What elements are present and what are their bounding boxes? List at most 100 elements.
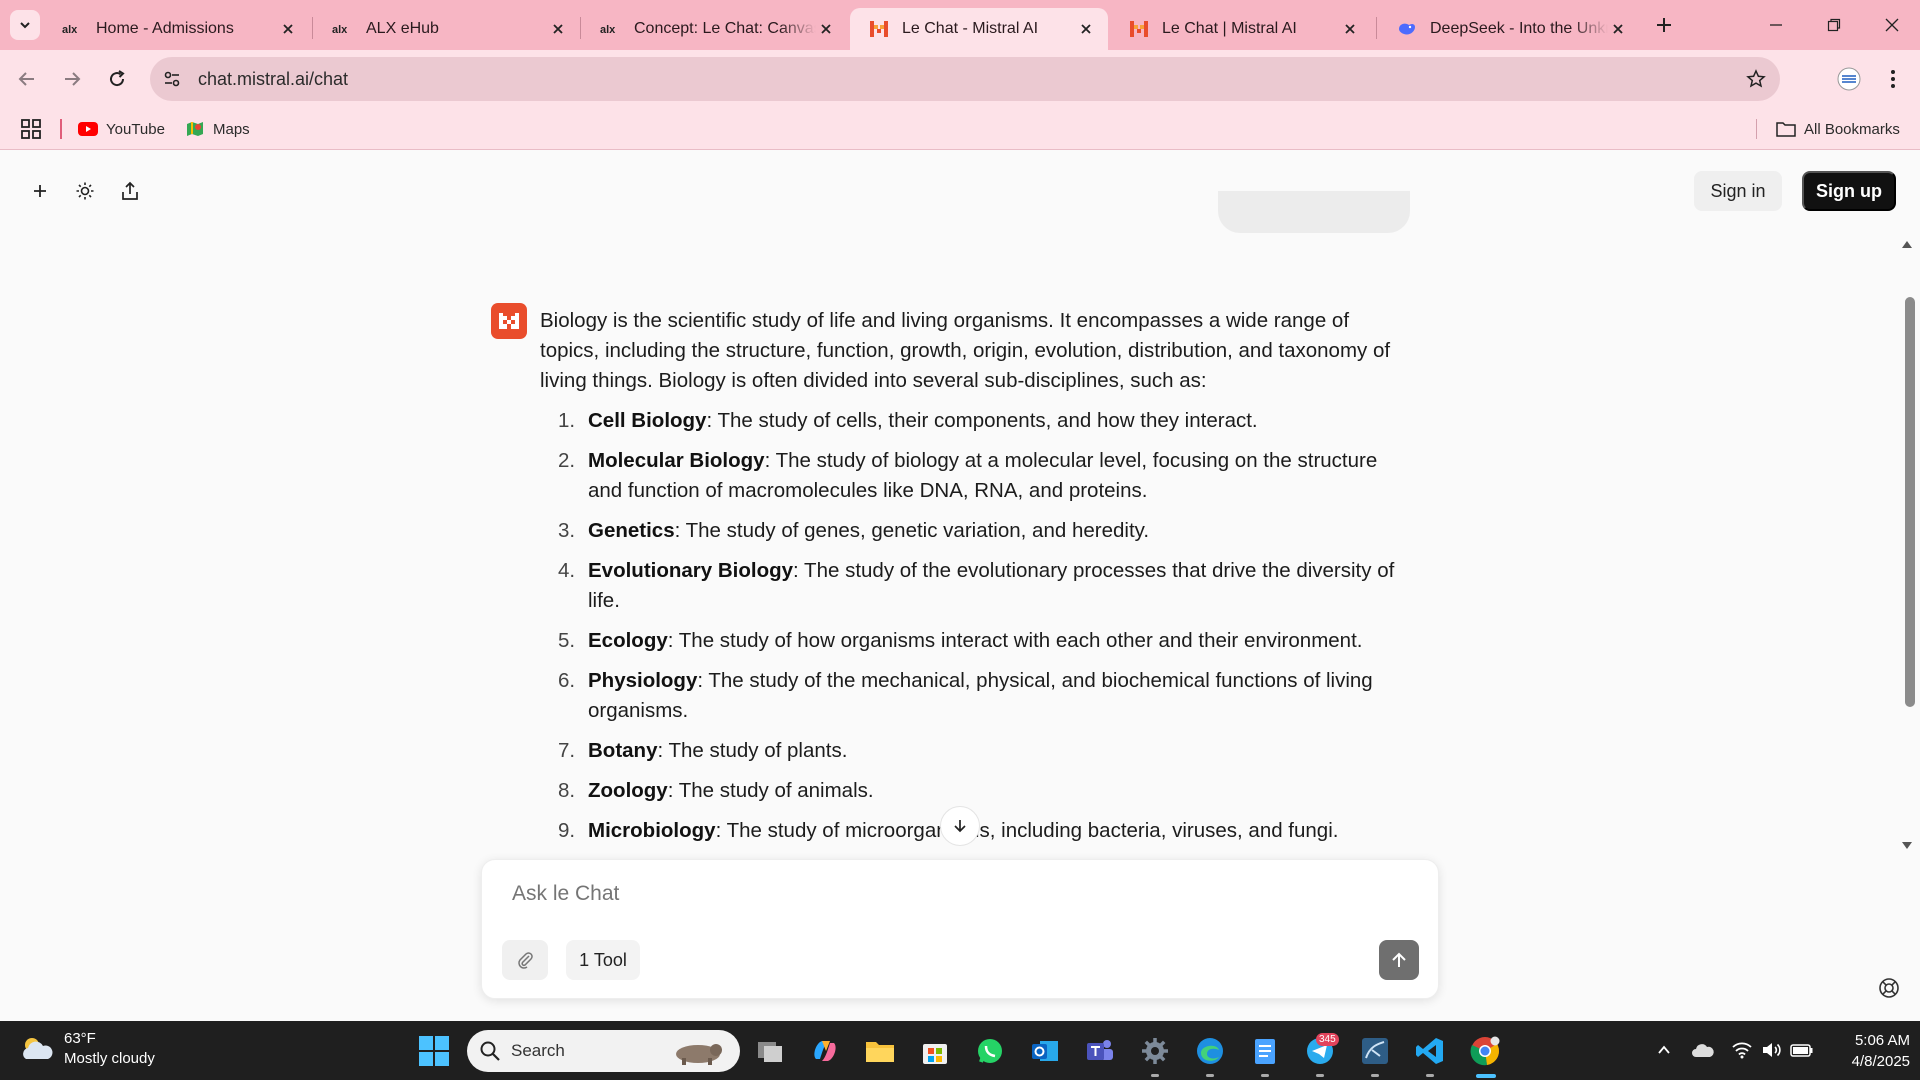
task-view-icon xyxy=(758,1042,782,1062)
sign-in-button[interactable]: Sign in xyxy=(1694,171,1782,211)
telegram-unread-badge: 345 xyxy=(1316,1033,1339,1046)
apps-grid-icon[interactable] xyxy=(20,118,42,140)
taskbar-mysql-workbench[interactable] xyxy=(1357,1033,1393,1069)
taskbar-outlook[interactable] xyxy=(1027,1033,1063,1069)
scroll-to-bottom-button[interactable] xyxy=(940,806,980,846)
taskbar-clock[interactable]: 5:06 AM 4/8/2025 xyxy=(1820,1030,1910,1072)
subdiscipline-list: 1. Cell Biology: The study of cells, thei… xyxy=(540,406,1410,846)
forward-button[interactable] xyxy=(57,64,87,94)
edge-icon xyxy=(1197,1038,1223,1064)
list-item: 3. Genetics: The study of genes, genetic … xyxy=(540,516,1410,546)
restore-button[interactable] xyxy=(1820,12,1848,38)
tab-home-admissions[interactable]: alx Home - Admissions xyxy=(44,8,310,50)
list-desc: : The study of microorganisms, including… xyxy=(715,819,1339,842)
bookmark-label: YouTube xyxy=(106,120,165,138)
battery-tray-icon[interactable] xyxy=(1790,1038,1814,1062)
tab-search-dropdown-button[interactable] xyxy=(10,10,40,40)
list-desc: : The study of how organisms interact wi… xyxy=(667,629,1363,652)
attach-button[interactable] xyxy=(502,940,548,980)
running-indicator xyxy=(1261,1074,1269,1077)
tab-concept-le-chat[interactable]: alx Concept: Le Chat: Canvas a xyxy=(582,8,848,50)
tab-title: ALX eHub xyxy=(366,20,439,37)
taskbar-settings[interactable] xyxy=(1137,1033,1173,1069)
taskbar-whatsapp[interactable] xyxy=(972,1033,1008,1069)
volume-tray-icon[interactable] xyxy=(1760,1038,1784,1062)
back-button[interactable] xyxy=(12,64,42,94)
cloud-icon xyxy=(1692,1044,1714,1057)
new-chat-button[interactable] xyxy=(27,178,53,204)
onedrive-tray-icon[interactable] xyxy=(1691,1038,1715,1062)
list-item: 5. Ecology: The study of how organisms in… xyxy=(540,626,1410,656)
weather-desc: Mostly cloudy xyxy=(64,1050,155,1067)
taskbar-vscode[interactable] xyxy=(1412,1033,1448,1069)
close-tab-icon[interactable] xyxy=(278,19,298,39)
close-tab-icon[interactable] xyxy=(816,19,836,39)
whatsapp-icon xyxy=(978,1039,1002,1063)
scrollbar-thumb[interactable] xyxy=(1905,297,1915,707)
taskbar-chrome[interactable] xyxy=(1467,1033,1503,1069)
scroll-up-arrow-icon[interactable] xyxy=(1900,237,1914,251)
bookmarks-divider xyxy=(60,119,62,139)
minimize-button[interactable] xyxy=(1762,12,1790,38)
show-hidden-icons-button[interactable] xyxy=(1652,1038,1676,1062)
reload-button[interactable] xyxy=(102,64,132,94)
close-tab-icon[interactable] xyxy=(548,19,568,39)
search-label: Search xyxy=(511,1041,565,1060)
tab-alx-ehub[interactable]: alx ALX eHub xyxy=(314,8,580,50)
weather-widget[interactable]: 63°F Mostly cloudy xyxy=(18,1029,155,1069)
bookmark-youtube[interactable]: YouTube xyxy=(78,116,165,142)
browser-menu-button[interactable] xyxy=(1880,64,1906,94)
taskbar-teams[interactable] xyxy=(1082,1033,1118,1069)
new-tab-button[interactable] xyxy=(1652,13,1676,37)
taskbar-task-view[interactable] xyxy=(752,1033,788,1069)
taskbar-search-box[interactable]: Search xyxy=(467,1030,740,1072)
tab-title: Concept: Le Chat: Canvas a xyxy=(634,20,816,37)
alx-logo-icon: alx xyxy=(332,21,354,37)
tab-separator xyxy=(1376,17,1377,39)
search-icon xyxy=(480,1041,500,1061)
send-button[interactable] xyxy=(1379,940,1419,980)
tab-le-chat-mistral-2[interactable]: Le Chat | Mistral AI xyxy=(1110,8,1372,50)
chrome-icon xyxy=(1470,1036,1500,1066)
cloudy-weather-icon xyxy=(23,1038,53,1059)
tools-button[interactable]: 1 Tool xyxy=(566,940,640,980)
close-tab-icon[interactable] xyxy=(1076,19,1096,39)
taskbar-microsoft-store[interactable] xyxy=(917,1033,953,1069)
store-icon xyxy=(923,1044,947,1064)
tab-deepseek[interactable]: DeepSeek - Into the Unkno xyxy=(1378,8,1640,50)
bookmark-label: Maps xyxy=(213,120,250,138)
site-info-icon[interactable] xyxy=(152,59,192,99)
taskbar-copilot[interactable] xyxy=(807,1033,843,1069)
all-bookmarks-button[interactable]: All Bookmarks xyxy=(1776,116,1900,142)
alx-logo-icon: alx xyxy=(62,21,84,37)
profile-button[interactable] xyxy=(1834,64,1864,94)
running-indicator xyxy=(1316,1074,1324,1077)
tab-title: Home - Admissions xyxy=(96,20,234,37)
windows-taskbar: 63°F Mostly cloudy Search 345 5:06 AM 4/… xyxy=(0,1021,1920,1080)
taskbar-edge[interactable] xyxy=(1192,1033,1228,1069)
address-bar[interactable]: chat.mistral.ai/chat xyxy=(150,57,1780,101)
chat-input[interactable] xyxy=(512,882,1212,906)
close-window-button[interactable] xyxy=(1878,12,1906,38)
list-desc: : The study of genes, genetic variation,… xyxy=(674,519,1150,542)
windows-start-icon[interactable] xyxy=(418,1035,450,1067)
scroll-down-arrow-icon[interactable] xyxy=(1900,839,1914,853)
chevron-up-icon xyxy=(1658,1045,1670,1054)
wifi-tray-icon[interactable] xyxy=(1730,1038,1754,1062)
list-term: Evolutionary Biology xyxy=(588,559,794,582)
theme-toggle-button[interactable] xyxy=(72,178,98,204)
list-term: Molecular Biology xyxy=(588,449,765,472)
bookmark-star-icon[interactable] xyxy=(1738,61,1774,97)
close-tab-icon[interactable] xyxy=(1608,19,1628,39)
help-lifebuoy-icon[interactable] xyxy=(1878,977,1900,999)
close-tab-icon[interactable] xyxy=(1340,19,1360,39)
taskbar-notepad[interactable] xyxy=(1247,1033,1283,1069)
plus-icon xyxy=(34,185,46,197)
tab-title: Le Chat | Mistral AI xyxy=(1162,20,1297,37)
tab-le-chat-mistral-active[interactable]: Le Chat - Mistral AI xyxy=(850,8,1108,50)
tab-title: DeepSeek - Into the Unkno xyxy=(1430,20,1608,37)
sign-up-button[interactable]: Sign up xyxy=(1802,171,1896,211)
bookmark-maps[interactable]: Maps xyxy=(185,116,250,142)
share-button[interactable] xyxy=(117,178,143,204)
taskbar-file-explorer[interactable] xyxy=(862,1033,898,1069)
